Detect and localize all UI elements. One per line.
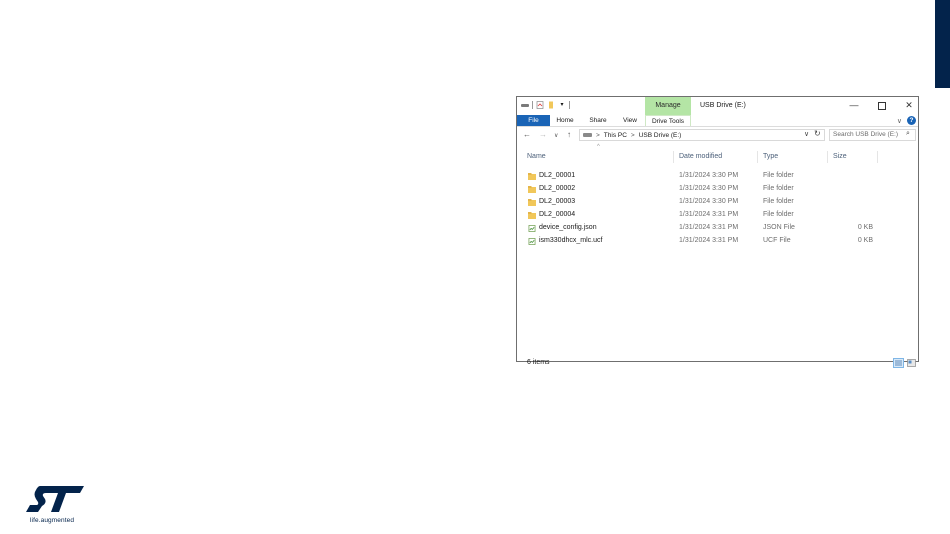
tab-drive-tools[interactable]: Drive Tools bbox=[645, 115, 691, 126]
title-bar: ▾ Manage USB Drive (E:) — ✕ bbox=[517, 97, 918, 115]
file-name: ism330dhcx_mlc.ucf bbox=[539, 237, 603, 244]
tab-manage[interactable]: Manage bbox=[645, 97, 691, 115]
file-date: 1/31/2024 3:31 PM bbox=[679, 211, 739, 218]
file-icon bbox=[528, 225, 536, 232]
list-item[interactable]: DL2_00004 1/31/2024 3:31 PM File folder bbox=[527, 210, 907, 222]
search-icon[interactable]: ⌕ bbox=[906, 130, 910, 138]
status-bar: 6 items bbox=[517, 357, 918, 371]
drive-icon[interactable] bbox=[521, 101, 529, 109]
tab-share[interactable]: Share bbox=[587, 115, 609, 126]
recent-locations-icon[interactable]: ∨ bbox=[554, 132, 558, 139]
file-name: device_config.json bbox=[539, 224, 597, 231]
customize-toolbar-icon[interactable]: ▾ bbox=[558, 101, 566, 109]
file-type: File folder bbox=[763, 198, 794, 205]
folder-icon bbox=[528, 199, 536, 206]
file-type: File folder bbox=[763, 172, 794, 179]
file-type: File folder bbox=[763, 185, 794, 192]
column-header-name[interactable]: Name bbox=[527, 153, 546, 160]
sort-indicator-icon: ^ bbox=[597, 144, 600, 150]
column-divider[interactable] bbox=[827, 151, 828, 163]
refresh-icon[interactable]: ↻ bbox=[814, 129, 821, 138]
column-header-size[interactable]: Size bbox=[833, 153, 847, 160]
column-divider[interactable] bbox=[757, 151, 758, 163]
new-folder-icon[interactable] bbox=[547, 101, 555, 109]
list-item[interactable]: DL2_00001 1/31/2024 3:30 PM File folder bbox=[527, 171, 907, 183]
breadcrumb-separator-icon: > bbox=[596, 131, 600, 139]
logo-tagline: life.augmented bbox=[30, 517, 75, 524]
file-icon bbox=[528, 238, 536, 245]
toolbar-separator bbox=[532, 101, 533, 109]
list-item[interactable]: ism330dhcx_mlc.ucf 1/31/2024 3:31 PM UCF… bbox=[527, 236, 907, 248]
maximize-button[interactable] bbox=[868, 98, 896, 112]
quick-access-toolbar: ▾ bbox=[521, 101, 570, 109]
list-item[interactable]: device_config.json 1/31/2024 3:31 PM JSO… bbox=[527, 223, 907, 235]
navigation-bar: ← → ∨ ↑ > This PC > USB Drive (E:) ∨ ↻ S… bbox=[517, 127, 918, 145]
window-title: USB Drive (E:) bbox=[700, 102, 746, 109]
file-date: 1/31/2024 3:30 PM bbox=[679, 172, 739, 179]
large-icons-view-icon bbox=[907, 359, 916, 367]
column-header-type[interactable]: Type bbox=[763, 153, 778, 160]
folder-icon bbox=[528, 173, 536, 180]
list-item[interactable]: DL2_00002 1/31/2024 3:30 PM File folder bbox=[527, 184, 907, 196]
file-list: ^ Name Date modified Type Size DL2_00001… bbox=[517, 144, 918, 357]
help-icon[interactable]: ? bbox=[907, 116, 916, 125]
details-view-button[interactable] bbox=[893, 358, 904, 368]
properties-icon[interactable] bbox=[536, 101, 544, 109]
file-date: 1/31/2024 3:30 PM bbox=[679, 198, 739, 205]
folder-icon bbox=[528, 212, 536, 219]
up-button[interactable]: ↑ bbox=[567, 130, 571, 139]
search-input[interactable]: Search USB Drive (E:) bbox=[829, 129, 916, 141]
expand-ribbon-icon[interactable]: ∨ bbox=[897, 117, 902, 125]
file-date: 1/31/2024 3:31 PM bbox=[679, 237, 739, 244]
ribbon-controls: ∨ ? bbox=[897, 115, 916, 126]
file-name: DL2_00004 bbox=[539, 211, 576, 218]
file-size: 0 KB bbox=[857, 224, 873, 231]
file-name: DL2_00002 bbox=[539, 185, 576, 192]
breadcrumb-usb-drive[interactable]: USB Drive (E:) bbox=[639, 132, 682, 139]
file-explorer-window: ▾ Manage USB Drive (E:) — ✕ File Home Sh… bbox=[516, 96, 919, 368]
maximize-icon bbox=[878, 101, 886, 110]
file-size: 0 KB bbox=[857, 237, 873, 244]
large-icons-view-button[interactable] bbox=[907, 359, 916, 367]
st-logo-mark bbox=[26, 486, 84, 512]
tab-file[interactable]: File bbox=[517, 115, 550, 126]
address-dropdown-icon[interactable]: ∨ bbox=[804, 130, 809, 138]
forward-button[interactable]: → bbox=[539, 130, 547, 139]
file-name: DL2_00003 bbox=[539, 198, 576, 205]
column-divider[interactable] bbox=[877, 151, 878, 163]
column-divider[interactable] bbox=[673, 151, 674, 163]
address-bar[interactable]: > This PC > USB Drive (E:) bbox=[579, 129, 825, 141]
details-view-icon bbox=[895, 360, 902, 366]
file-type: UCF File bbox=[763, 237, 791, 244]
back-button[interactable]: ← bbox=[523, 130, 531, 139]
folder-icon bbox=[528, 186, 536, 193]
file-date: 1/31/2024 3:30 PM bbox=[679, 185, 739, 192]
column-header-date[interactable]: Date modified bbox=[679, 153, 722, 160]
file-type: File folder bbox=[763, 211, 794, 218]
tab-home[interactable]: Home bbox=[555, 115, 575, 126]
breadcrumb-separator-icon: > bbox=[630, 131, 635, 139]
toolbar-separator bbox=[569, 101, 570, 109]
ribbon-tabs: File Home Share View Drive Tools ∨ ? bbox=[517, 115, 918, 127]
list-item[interactable]: DL2_00003 1/31/2024 3:30 PM File folder bbox=[527, 197, 907, 209]
tab-view[interactable]: View bbox=[621, 115, 639, 126]
file-type: JSON File bbox=[763, 224, 795, 231]
file-name: DL2_00001 bbox=[539, 172, 576, 179]
file-date: 1/31/2024 3:31 PM bbox=[679, 224, 739, 231]
minimize-button[interactable]: — bbox=[840, 98, 868, 112]
close-button[interactable]: ✕ bbox=[895, 98, 923, 112]
drive-icon bbox=[583, 133, 592, 137]
st-logo: life.augmented bbox=[26, 484, 88, 526]
slide-edge-bar bbox=[935, 0, 950, 88]
breadcrumb-this-pc[interactable]: This PC bbox=[604, 132, 627, 139]
item-count: 6 items bbox=[527, 359, 550, 366]
